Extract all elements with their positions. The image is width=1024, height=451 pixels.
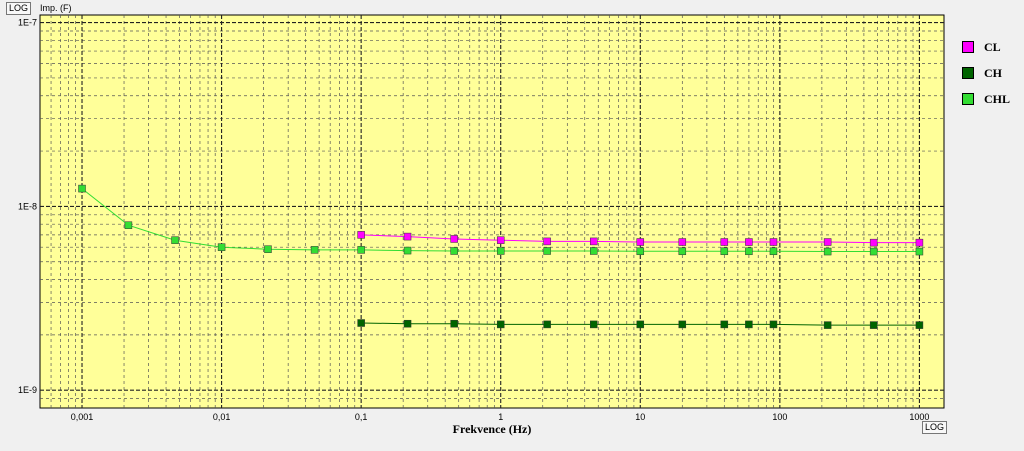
y-tick-label: 1E-8: [18, 201, 37, 211]
data-point-chl: [496, 247, 505, 255]
data-point-chl: [589, 247, 598, 255]
data-point-cl: [403, 232, 412, 241]
x-tick-label: 1: [498, 412, 503, 422]
data-point-chl: [264, 245, 272, 253]
data-point-ch: [745, 320, 753, 329]
data-point-chl: [636, 247, 645, 256]
data-point-chl: [450, 247, 458, 255]
y-tick-label: 1E-7: [18, 18, 37, 28]
data-point-cl: [769, 238, 778, 246]
data-point-chl: [769, 247, 778, 256]
data-point-chl: [543, 247, 551, 255]
x-scale-badge[interactable]: LOG: [922, 421, 948, 434]
legend-item-cl: CL: [962, 34, 1022, 60]
data-point-ch: [450, 319, 458, 328]
x-tick-label: 0,1: [355, 412, 368, 422]
data-point-cl: [589, 237, 598, 246]
data-point-chl: [171, 236, 179, 244]
legend-swatch-ch: [962, 67, 974, 79]
data-point-ch: [769, 320, 778, 329]
data-point-cl: [357, 231, 365, 239]
data-point-chl: [310, 246, 319, 254]
data-point-ch: [543, 320, 551, 329]
data-point-ch: [678, 320, 687, 329]
data-point-chl: [124, 221, 133, 229]
data-point-chl: [678, 247, 687, 256]
data-point-chl: [915, 247, 924, 256]
y-tick-label: 1E-9: [18, 385, 37, 395]
data-point-cl: [678, 238, 687, 246]
data-point-chl: [720, 247, 729, 256]
x-tick-label: 100: [772, 412, 787, 422]
legend-item-chl: CHL: [962, 86, 1022, 112]
data-point-chl: [403, 246, 412, 255]
plot-area: [39, 14, 945, 409]
legend-label-chl: CHL: [984, 91, 1011, 106]
x-tick-label: 0,001: [71, 412, 94, 422]
data-point-ch: [403, 319, 412, 328]
x-axis-title: Frekvence (Hz): [453, 422, 532, 436]
data-point-cl: [450, 235, 458, 243]
data-point-cl: [720, 238, 729, 246]
x-tick-label: 10: [635, 412, 645, 422]
legend-swatch-cl: [962, 41, 974, 53]
data-point-cl: [869, 238, 878, 247]
chart: 0,001 0,01 0,1 1 10 100 10001E-91E-81E-7 Imp. …: [18, 3, 945, 436]
legend-label-ch: CH: [984, 65, 1002, 80]
data-point-ch: [636, 320, 645, 329]
data-point-ch: [589, 320, 598, 329]
data-point-ch: [357, 319, 365, 327]
data-point-cl: [496, 236, 505, 244]
legend-swatch-chl: [962, 93, 974, 105]
legend-item-ch: CH: [962, 60, 1022, 86]
data-point-ch: [869, 321, 878, 329]
data-point-ch: [915, 321, 924, 329]
data-point-chl: [823, 247, 832, 256]
data-point-cl: [636, 238, 645, 246]
data-point-cl: [823, 238, 832, 246]
data-point-ch: [720, 320, 729, 329]
data-point-ch: [823, 321, 832, 329]
data-point-cl: [745, 238, 753, 246]
data-point-chl: [357, 246, 365, 254]
data-point-chl: [869, 247, 878, 256]
y-scale-badge[interactable]: LOG: [6, 2, 32, 15]
y-axis-title: Imp. (F): [40, 3, 72, 13]
data-point-ch: [496, 320, 505, 329]
data-point-chl: [217, 243, 226, 251]
x-tick-label: 0,01: [213, 412, 231, 422]
data-point-chl: [745, 247, 753, 256]
data-point-chl: [78, 184, 86, 193]
data-point-cl: [543, 237, 551, 246]
legend: CL CH CHL: [962, 34, 1022, 112]
data-point-cl: [915, 238, 924, 247]
legend-label-cl: CL: [984, 39, 1001, 54]
